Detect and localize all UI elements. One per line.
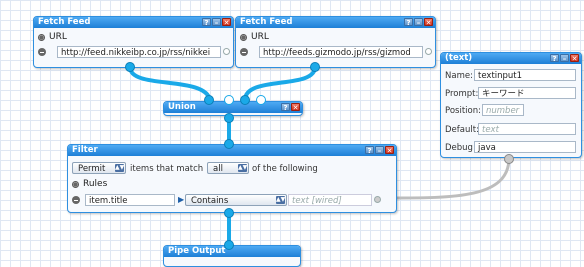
url-label: URL (49, 32, 67, 42)
wire-text-filter (377, 157, 511, 200)
help-button[interactable]: ? (281, 103, 290, 112)
prompt-input[interactable]: キーワード (478, 87, 576, 99)
default-label: Default: (445, 125, 479, 135)
position-input[interactable]: number (482, 104, 524, 116)
text-output-node[interactable] (504, 154, 514, 164)
url-terminal-icon[interactable] (223, 48, 230, 55)
name-label: Name: (445, 71, 473, 81)
match-select-value: all (213, 164, 223, 174)
module-title: Fetch Feed (38, 17, 91, 27)
minimize-button[interactable]: – (375, 146, 384, 155)
items-match-text: items that match (130, 164, 204, 174)
fetch2-output-node[interactable] (310, 62, 320, 72)
union-input-node-2[interactable] (224, 95, 234, 105)
permit-select[interactable]: Permit ▲▼ (72, 162, 126, 174)
name-input[interactable]: textinput1 (474, 69, 576, 81)
minimize-button[interactable]: – (212, 18, 221, 27)
module-title: Filter (72, 145, 98, 155)
fetch-feed-header-2[interactable]: Fetch Feed ? – ✕ (236, 17, 435, 28)
of-following-text: of the following (252, 164, 318, 174)
url-radio-icon[interactable] (38, 33, 45, 41)
permit-select-value: Permit (78, 164, 106, 174)
union-input-node-1[interactable] (204, 95, 214, 105)
remove-rule-icon[interactable] (72, 196, 80, 204)
url-input[interactable]: http://feed.nikkeibp.co.jp/rss/nikkei (57, 46, 221, 58)
output-input-node[interactable] (224, 240, 234, 250)
fetch-feed-module-2[interactable]: Fetch Feed ? – ✕ URL http://feeds.gizmod… (235, 16, 436, 68)
rules-label: Rules (83, 179, 108, 189)
url-input[interactable]: http://feeds.gizmodo.jp/rss/gizmod (259, 46, 423, 58)
debug-label: Debug: (445, 143, 476, 153)
minimize-button[interactable]: – (560, 54, 569, 63)
help-button[interactable]: ? (404, 18, 413, 27)
rule-value-terminal-icon[interactable] (374, 196, 381, 203)
module-title: Union (168, 102, 196, 112)
filter-output-node[interactable] (224, 208, 234, 218)
union-input-node-4[interactable] (256, 95, 266, 105)
text-input-module[interactable]: (text) ? – ✕ Name: textinput1 Prompt: キー… (440, 52, 582, 158)
chevron-down-icon: ▲▼ (238, 164, 248, 172)
help-button[interactable]: ? (202, 18, 211, 27)
remove-url-icon[interactable] (240, 48, 248, 56)
rules-radio-icon[interactable] (72, 180, 79, 188)
close-button[interactable]: ✕ (385, 146, 394, 155)
module-title: (text) (445, 53, 473, 63)
pipe-canvas[interactable]: Fetch Feed ? – ✕ URL http://feed.nikkeib… (0, 0, 584, 267)
rule-operator-value: Contains (191, 196, 229, 206)
position-label: Position: (445, 106, 481, 116)
close-button[interactable]: ✕ (424, 18, 433, 27)
wire-fetch1-union (128, 66, 212, 101)
chevron-down-icon: ▲▼ (115, 164, 125, 172)
help-button[interactable]: ? (365, 146, 374, 155)
url-label: URL (251, 32, 269, 42)
fetch-feed-module-1[interactable]: Fetch Feed ? – ✕ URL http://feed.nikkeib… (33, 16, 234, 68)
prompt-label: Prompt: (445, 89, 479, 99)
module-title: Pipe Output (168, 246, 226, 256)
union-module[interactable]: Union ? ✕ (163, 101, 303, 116)
union-input-node-3[interactable] (240, 95, 250, 105)
url-radio-icon[interactable] (240, 33, 247, 41)
remove-url-icon[interactable] (38, 48, 46, 56)
text-input-header[interactable]: (text) ? – ✕ (441, 53, 581, 64)
url-terminal-icon[interactable] (425, 48, 432, 55)
rule-field-input[interactable]: item.title (85, 194, 175, 206)
fetch-feed-header-1[interactable]: Fetch Feed ? – ✕ (34, 17, 233, 28)
help-button[interactable]: ? (550, 54, 559, 63)
fetch1-output-node[interactable] (125, 62, 135, 72)
filter-input-node[interactable] (224, 139, 234, 149)
wire-fetch2-union (243, 66, 317, 101)
play-arrow-icon: ▶ (178, 195, 185, 204)
chevron-down-icon: ▲▼ (276, 196, 286, 204)
debug-input[interactable]: java (474, 141, 576, 153)
default-input[interactable]: text (478, 123, 576, 135)
union-output-node[interactable] (224, 113, 234, 123)
rule-operator-select[interactable]: Contains ▲▼ (185, 194, 287, 206)
close-button[interactable]: ✕ (570, 54, 579, 63)
rule-value-input[interactable]: text [wired] (288, 194, 372, 206)
module-title: Fetch Feed (240, 17, 293, 27)
minimize-button[interactable]: – (414, 18, 423, 27)
union-header[interactable]: Union ? ✕ (164, 102, 302, 113)
close-button[interactable]: ✕ (222, 18, 231, 27)
close-button[interactable]: ✕ (291, 103, 300, 112)
filter-module[interactable]: Filter ? – ✕ Permit ▲▼ items that match … (67, 144, 397, 213)
match-select[interactable]: all ▲▼ (207, 162, 249, 174)
